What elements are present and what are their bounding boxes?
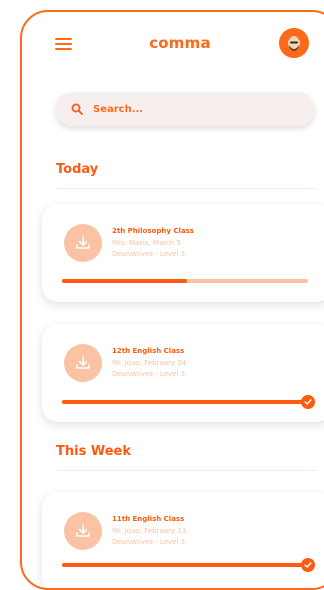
class-card[interactable]: 2th Philosophy Class Mrs. Maria, March 5… — [42, 204, 324, 302]
class-title: 12th English Class — [112, 347, 185, 355]
class-card[interactable]: 12th English Class Mr. Joao, February 24… — [42, 324, 324, 422]
user-avatar-image — [279, 28, 309, 58]
class-teacher-date: Mr. Joao, February 24 — [112, 359, 187, 367]
class-teacher-date: Mrs. Maria, March 5 — [112, 239, 181, 247]
progress-complete-knob[interactable] — [301, 395, 315, 409]
download-icon — [76, 356, 90, 369]
class-card[interactable]: 11th English Class Mr. Joao, February 13… — [42, 492, 324, 588]
class-teacher-date: Mr. Joao, February 13 — [112, 527, 187, 535]
section-title-this-week: This Week — [56, 444, 131, 459]
progress-track — [62, 279, 308, 283]
download-icon — [76, 524, 90, 537]
progress-complete-knob[interactable] — [301, 558, 315, 572]
search-input[interactable] — [91, 102, 285, 116]
check-icon — [304, 399, 312, 405]
section-divider — [56, 188, 316, 189]
top-bar: comma — [22, 12, 324, 74]
progress-track — [62, 558, 315, 572]
search-bar[interactable] — [55, 92, 315, 126]
section-divider — [56, 470, 316, 471]
phone-frame: comma Today 2th Philosophy Class — [20, 10, 324, 590]
class-topic: Devivatives - Level 3 — [112, 538, 186, 546]
progress-fill — [62, 563, 308, 567]
class-topic: Devivatives - Level 3 — [112, 370, 186, 378]
section-title-today: Today — [56, 162, 99, 177]
download-icon — [76, 236, 90, 249]
class-topic: Devivatives - Level 3 — [112, 250, 186, 258]
avatar[interactable] — [279, 28, 309, 58]
download-button[interactable] — [64, 512, 102, 550]
class-title: 11th English Class — [112, 515, 185, 523]
check-icon — [304, 562, 312, 568]
download-button[interactable] — [64, 344, 102, 382]
progress-fill — [62, 279, 188, 283]
download-button[interactable] — [64, 224, 102, 262]
search-icon — [71, 103, 83, 115]
class-title: 2th Philosophy Class — [112, 227, 194, 235]
progress-fill — [62, 400, 308, 404]
progress-track — [62, 395, 315, 409]
